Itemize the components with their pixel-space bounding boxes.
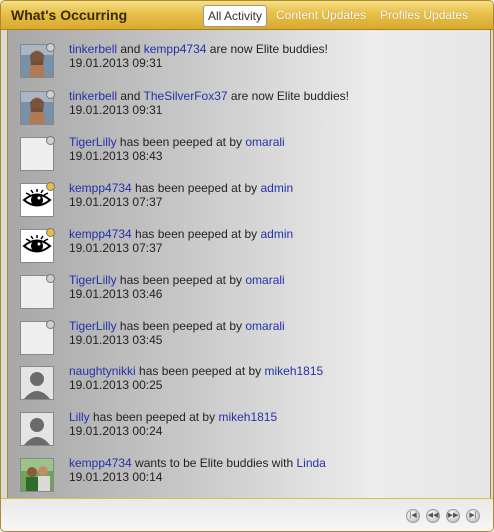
- previous-page-icon[interactable]: ◀◀: [426, 509, 440, 523]
- activity-verb: has been peeped at by: [116, 135, 246, 149]
- activity-item: TigerLilly has been peeped at by omarali…: [8, 265, 490, 311]
- target-link[interactable]: omarali: [245, 135, 284, 149]
- activity-text: kempp4734 has been peeped at by admin: [69, 227, 293, 241]
- activity-text: kempp4734 has been peeped at by admin: [69, 181, 293, 195]
- activity-text: TigerLilly has been peeped at by omarali: [69, 273, 285, 287]
- actor-link[interactable]: TigerLilly: [69, 273, 117, 287]
- activity-item: tinkerbell and TheSilverFox37 are now El…: [8, 81, 490, 127]
- activity-text: Lilly has been peeped at by mikeh1815: [69, 410, 277, 424]
- online-status-icon: [46, 182, 55, 191]
- activity-verb: has been peeped at by: [89, 410, 219, 424]
- actor-link[interactable]: naughtynikki: [69, 364, 136, 378]
- target-link[interactable]: admin: [261, 181, 294, 195]
- activity-item: TigerLilly has been peeped at by omarali…: [8, 127, 490, 173]
- actor-link[interactable]: TigerLilly: [69, 319, 117, 333]
- actor-link[interactable]: kempp4734: [69, 181, 132, 195]
- activity-timestamp: 19.01.2013 00:25: [69, 378, 163, 392]
- offline-status-icon: [46, 136, 55, 145]
- activity-item: TigerLilly has been peeped at by omarali…: [8, 311, 490, 357]
- activity-timestamp: 19.01.2013 07:37: [69, 241, 163, 255]
- activity-item: kempp4734 has been peeped at by admin 19.…: [8, 219, 490, 265]
- user-avatar[interactable]: [20, 90, 55, 125]
- target-link[interactable]: omarali: [245, 319, 284, 333]
- activity-timestamp: 19.01.2013 09:31: [69, 103, 163, 117]
- target-link[interactable]: mikeh1815: [218, 410, 277, 424]
- offline-status-icon: [46, 274, 55, 283]
- actor-link[interactable]: tinkerbell: [69, 42, 117, 56]
- actor-link[interactable]: tinkerbell: [69, 89, 117, 103]
- blank-avatar[interactable]: [20, 274, 55, 309]
- online-status-icon: [46, 228, 55, 237]
- eye-avatar-icon[interactable]: [20, 182, 55, 217]
- activity-timestamp: 19.01.2013 07:37: [69, 195, 163, 209]
- actor-link[interactable]: kempp4734: [69, 456, 132, 470]
- next-page-icon[interactable]: ▶▶: [446, 509, 460, 523]
- activity-feed: tinkerbell and kempp4734 are now Elite b…: [7, 30, 491, 498]
- target-link[interactable]: Linda: [296, 456, 325, 470]
- first-page-icon[interactable]: |◀: [406, 509, 420, 523]
- user-avatar[interactable]: [20, 43, 55, 78]
- activity-timestamp: 19.01.2013 08:43: [69, 149, 163, 163]
- activity-text: tinkerbell and kempp4734 are now Elite b…: [69, 42, 328, 56]
- pager-bar: |◀ ◀◀ ▶▶ ▶|: [1, 499, 493, 531]
- target-link[interactable]: kempp4734: [144, 42, 207, 56]
- activity-verb: has been peeped at by: [116, 319, 246, 333]
- activity-item: Lilly has been peeped at by mikeh1815 19.…: [8, 402, 490, 448]
- activity-timestamp: 19.01.2013 09:31: [69, 56, 163, 70]
- actor-link[interactable]: Lilly: [69, 410, 90, 424]
- activity-verb: has been peeped at by: [131, 181, 261, 195]
- tab-content-updates[interactable]: Content Updates: [272, 5, 370, 25]
- activity-verb: and: [117, 89, 144, 103]
- default-user-avatar-icon[interactable]: [20, 412, 54, 446]
- tab-profiles-updates[interactable]: Profiles Updates: [376, 5, 472, 25]
- activity-text: TigerLilly has been peeped at by omarali: [69, 319, 285, 333]
- activity-suffix: are now Elite buddies!: [227, 89, 349, 103]
- activity-text: naughtynikki has been peeped at by mikeh…: [69, 364, 323, 378]
- activity-verb: wants to be Elite buddies with: [131, 456, 297, 470]
- blank-avatar[interactable]: [20, 136, 55, 171]
- activity-verb: has been peeped at by: [116, 273, 246, 287]
- offline-status-icon: [46, 90, 55, 99]
- activity-verb: has been peeped at by: [135, 364, 265, 378]
- activity-item: kempp4734 has been peeped at by admin 19.…: [8, 173, 490, 219]
- activity-timestamp: 19.01.2013 03:46: [69, 287, 163, 301]
- activity-verb: has been peeped at by: [131, 227, 261, 241]
- activity-suffix: are now Elite buddies!: [206, 42, 328, 56]
- activity-text: kempp4734 wants to be Elite buddies with…: [69, 456, 326, 470]
- widget-header: What's Occurring All Activity Content Up…: [1, 1, 493, 30]
- offline-status-icon: [46, 320, 55, 329]
- activity-text: TigerLilly has been peeped at by omarali: [69, 135, 285, 149]
- target-link[interactable]: TheSilverFox37: [144, 89, 228, 103]
- offline-status-icon: [46, 43, 55, 52]
- target-link[interactable]: admin: [261, 227, 294, 241]
- widget-title: What's Occurring: [11, 7, 128, 23]
- activity-verb: and: [117, 42, 144, 56]
- activity-timestamp: 19.01.2013 00:14: [69, 470, 163, 484]
- activity-text: tinkerbell and TheSilverFox37 are now El…: [69, 89, 349, 103]
- activity-item: kempp4734 wants to be Elite buddies with…: [8, 448, 490, 494]
- target-link[interactable]: omarali: [245, 273, 284, 287]
- activity-widget: What's Occurring All Activity Content Up…: [0, 0, 494, 532]
- last-page-icon[interactable]: ▶|: [466, 509, 480, 523]
- tab-all-activity[interactable]: All Activity: [203, 5, 268, 27]
- activity-timestamp: 19.01.2013 03:45: [69, 333, 163, 347]
- actor-link[interactable]: TigerLilly: [69, 135, 117, 149]
- target-link[interactable]: mikeh1815: [265, 364, 324, 378]
- actor-link[interactable]: kempp4734: [69, 227, 132, 241]
- activity-item: tinkerbell and kempp4734 are now Elite b…: [8, 34, 490, 80]
- default-user-avatar-icon[interactable]: [20, 366, 54, 400]
- blank-avatar[interactable]: [20, 320, 55, 355]
- activity-timestamp: 19.01.2013 00:24: [69, 424, 163, 438]
- eye-avatar-icon[interactable]: [20, 228, 55, 263]
- user-avatar[interactable]: [20, 458, 54, 492]
- activity-item: naughtynikki has been peeped at by mikeh…: [8, 356, 490, 402]
